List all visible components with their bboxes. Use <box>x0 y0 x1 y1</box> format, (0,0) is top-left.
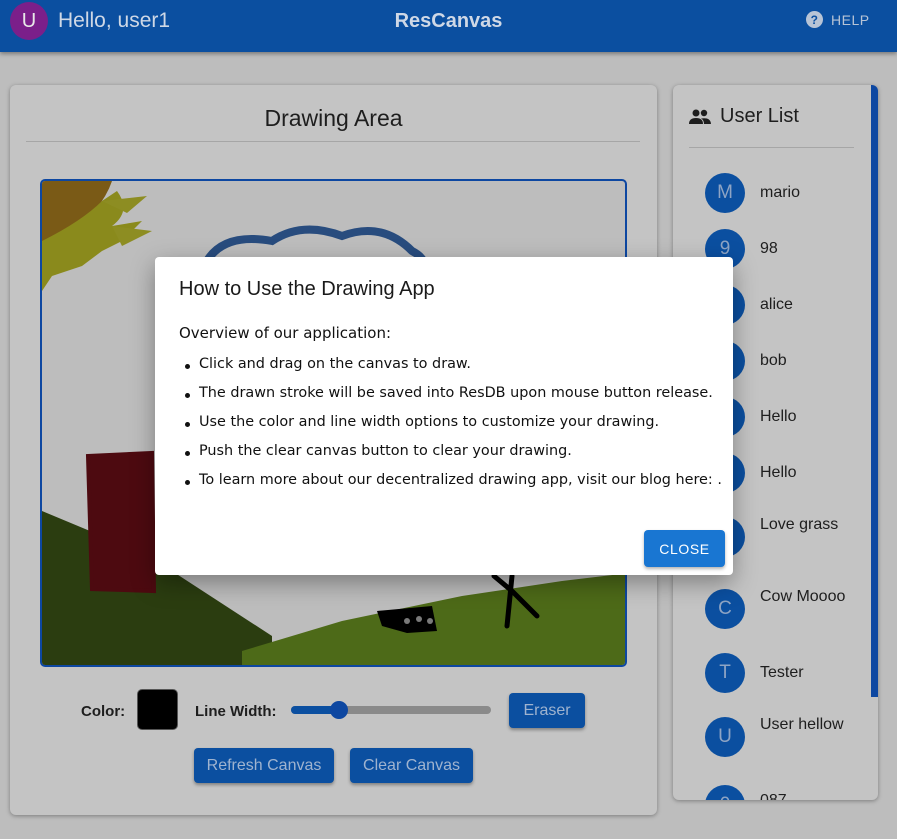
list-item: Click and drag on the canvas to draw. <box>179 356 722 385</box>
close-button[interactable]: CLOSE <box>644 530 725 567</box>
list-item: To learn more about our decentralized dr… <box>179 472 722 501</box>
list-item: Push the clear canvas button to clear yo… <box>179 443 722 472</box>
dialog-instructions-list: Click and drag on the canvas to draw. Th… <box>179 356 722 501</box>
help-dialog: How to Use the Drawing App Overview of o… <box>155 257 733 575</box>
dialog-intro: Overview of our application: <box>179 324 392 342</box>
dialog-title: How to Use the Drawing App <box>179 278 435 300</box>
list-item: The drawn stroke will be saved into ResD… <box>179 385 722 414</box>
list-item: Use the color and line width options to … <box>179 414 722 443</box>
